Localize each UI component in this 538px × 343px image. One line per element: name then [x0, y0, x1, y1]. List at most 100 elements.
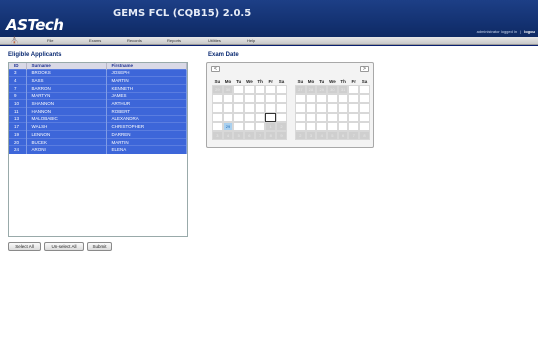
- calendar-day-cell[interactable]: [276, 103, 287, 113]
- calendar-day-cell[interactable]: [244, 103, 255, 113]
- calendar-day-cell[interactable]: [295, 94, 306, 104]
- calendar-day-cell[interactable]: [233, 112, 245, 122]
- calendar-day-cell[interactable]: 28: [305, 85, 317, 95]
- logout-link[interactable]: logou: [524, 29, 535, 34]
- unselect-all-button[interactable]: Un-select All: [44, 242, 84, 251]
- calendar-day-cell[interactable]: [348, 103, 360, 113]
- calendar-day-cell[interactable]: [276, 94, 287, 104]
- calendar-day-cell[interactable]: [254, 112, 266, 122]
- calendar-day-cell[interactable]: [305, 103, 317, 113]
- calendar-day-cell[interactable]: [276, 112, 287, 122]
- calendar-day-cell[interactable]: 4: [222, 130, 234, 141]
- calendar-day-cell[interactable]: 1: [265, 121, 277, 131]
- calendar-day-cell[interactable]: 8: [265, 130, 277, 141]
- calendar-day-cell[interactable]: [212, 121, 223, 131]
- calendar-day-cell[interactable]: [327, 103, 338, 113]
- calendar-day-cell[interactable]: [276, 85, 287, 95]
- calendar-day-cell[interactable]: 9: [276, 130, 287, 141]
- calendar-day-cell[interactable]: 29: [212, 85, 223, 95]
- calendar-day-cell[interactable]: [337, 94, 349, 104]
- menu-help[interactable]: Help: [247, 37, 255, 45]
- calendar-day-cell[interactable]: [244, 121, 255, 131]
- calendar-day-cell[interactable]: [327, 121, 338, 131]
- calendar-day-cell[interactable]: [212, 112, 223, 122]
- table-row[interactable]: 17 WALSH CHRISTOPHER: [9, 122, 187, 131]
- prev-month-button[interactable]: <: [211, 66, 220, 72]
- table-row[interactable]: 4 SASS MARTIN: [9, 76, 187, 85]
- calendar-day-cell[interactable]: [337, 112, 349, 122]
- calendar-day-cell[interactable]: [327, 94, 338, 104]
- table-row[interactable]: 7 BARRON KENNETH: [9, 83, 187, 93]
- select-all-button[interactable]: Select All: [8, 242, 41, 251]
- calendar-day-cell[interactable]: 7: [254, 130, 266, 141]
- calendar-day-cell[interactable]: [265, 112, 277, 122]
- calendar-day-cell[interactable]: [233, 121, 245, 131]
- menu-utilities[interactable]: Utilities: [208, 37, 221, 45]
- calendar-day-cell[interactable]: 4: [316, 130, 328, 141]
- table-row[interactable]: 13 MALOBABIC ALEXANDRA: [9, 114, 187, 123]
- table-row[interactable]: 19 LENNON DARREN: [9, 130, 187, 139]
- calendar-day-cell[interactable]: 5: [233, 130, 245, 141]
- submit-button[interactable]: Submit: [87, 242, 112, 251]
- calendar-day-cell[interactable]: [316, 103, 328, 113]
- calendar-day-cell[interactable]: [295, 112, 306, 122]
- calendar-day-cell[interactable]: 6: [244, 130, 255, 141]
- calendar-day-cell[interactable]: [212, 103, 223, 113]
- calendar-day-cell[interactable]: [244, 94, 255, 104]
- table-row[interactable]: 10 SHANNON ARTHUR: [9, 99, 187, 108]
- home-icon[interactable]: ⛪: [10, 37, 19, 45]
- calendar-day-cell[interactable]: [295, 121, 306, 131]
- calendar-day-cell[interactable]: [244, 112, 255, 122]
- calendar-day-cell[interactable]: [222, 103, 234, 113]
- calendar-day-cell[interactable]: [233, 103, 245, 113]
- table-row[interactable]: 20 BUCEK MARTIN: [9, 137, 187, 146]
- calendar-day-cell[interactable]: [359, 121, 370, 131]
- calendar-day-cell[interactable]: [316, 121, 328, 131]
- calendar-day-cell[interactable]: [348, 121, 360, 131]
- calendar-day-cell[interactable]: [359, 112, 370, 122]
- menu-reports[interactable]: Reports: [167, 37, 181, 45]
- next-month-button[interactable]: >: [360, 66, 369, 72]
- calendar-day-cell[interactable]: [359, 94, 370, 104]
- calendar-day-cell[interactable]: 2: [295, 130, 306, 141]
- calendar-day-cell[interactable]: [348, 94, 360, 104]
- calendar-day-cell[interactable]: [316, 94, 328, 104]
- calendar-day-cell[interactable]: [244, 85, 255, 95]
- calendar-day-cell[interactable]: 30: [222, 85, 234, 95]
- calendar-day-cell[interactable]: 29: [316, 85, 328, 95]
- calendar-day-cell[interactable]: [337, 121, 349, 131]
- menu-exams[interactable]: Exams: [89, 37, 101, 45]
- menu-records[interactable]: Records: [127, 37, 142, 45]
- calendar-day-cell[interactable]: [254, 85, 266, 95]
- calendar-day-cell[interactable]: [212, 94, 223, 104]
- calendar-day-cell[interactable]: [305, 94, 317, 104]
- calendar-day-cell[interactable]: [265, 103, 277, 113]
- calendar-day-cell[interactable]: 3: [305, 130, 317, 141]
- calendar-day-cell[interactable]: [222, 112, 234, 122]
- calendar-day-cell[interactable]: 6: [337, 130, 349, 141]
- table-row[interactable]: 3 BROOKS JOSEPH: [9, 68, 187, 77]
- table-row[interactable]: 24 ARONI ELENA: [9, 145, 187, 154]
- calendar-day-cell[interactable]: 5: [327, 130, 338, 141]
- calendar-day-cell[interactable]: [254, 121, 266, 131]
- calendar-day-cell[interactable]: [254, 103, 266, 113]
- calendar-day-cell[interactable]: [254, 94, 266, 104]
- calendar-day-cell[interactable]: [295, 103, 306, 113]
- calendar-day-cell[interactable]: [265, 94, 277, 104]
- calendar-day-cell[interactable]: 3: [212, 130, 223, 141]
- calendar-day-cell[interactable]: [359, 85, 370, 95]
- calendar-day-cell[interactable]: [359, 103, 370, 113]
- calendar-day-cell[interactable]: [348, 85, 360, 95]
- calendar-day-cell[interactable]: 2: [276, 121, 287, 131]
- calendar-day-cell[interactable]: 29: [222, 121, 234, 131]
- menu-file[interactable]: File: [47, 37, 53, 45]
- calendar-day-cell[interactable]: [265, 85, 277, 95]
- table-row[interactable]: 11 HANNON ROBERT: [9, 106, 187, 116]
- calendar-day-cell[interactable]: 31: [337, 85, 349, 95]
- calendar-day-cell[interactable]: [316, 112, 328, 122]
- calendar-day-cell[interactable]: [233, 94, 245, 104]
- calendar-day-cell[interactable]: [327, 112, 338, 122]
- calendar-day-cell[interactable]: 8: [359, 130, 370, 141]
- calendar-day-cell[interactable]: [233, 85, 245, 95]
- calendar-day-cell[interactable]: [305, 121, 317, 131]
